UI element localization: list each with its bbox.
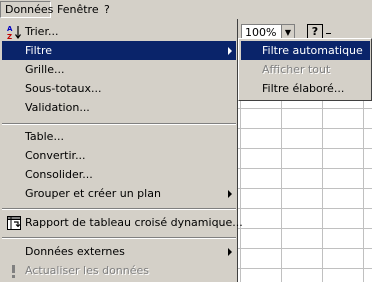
menu-item-label: Filtre	[25, 44, 53, 57]
menu-item-convertir[interactable]: Convertir...	[2, 146, 236, 165]
menu-item-filtre[interactable]: Filtre	[2, 41, 236, 60]
menu-item-grouper[interactable]: Grouper et créer un plan	[2, 184, 236, 203]
menu-item-label: Sous-totaux...	[25, 82, 102, 95]
menu-separator	[2, 123, 236, 125]
filtre-submenu: Filtre automatique Afficher tout Filtre …	[238, 38, 372, 101]
menu-help[interactable]: ?	[100, 1, 114, 18]
menu-item-label: Convertir...	[25, 149, 86, 162]
menu-item-grille[interactable]: Grille...	[2, 60, 236, 79]
menu-donnees-label: Données	[5, 3, 54, 16]
menu-item-sous-totaux[interactable]: Sous-totaux...	[2, 79, 236, 98]
donnees-menu: A Z Trier... Filtre Grille... Sous-totau…	[0, 19, 243, 282]
menu-help-label: ?	[104, 3, 110, 16]
menu-item-label: Trier...	[25, 25, 59, 38]
svg-text:Z: Z	[7, 33, 12, 40]
toolbar-underscore	[326, 33, 331, 34]
svg-text:A: A	[7, 25, 13, 33]
submenu-item-filtre-automatique[interactable]: Filtre automatique	[241, 41, 370, 60]
menu-item-label: Actualiser les données	[25, 264, 150, 277]
refresh-exclamation-icon	[12, 265, 15, 278]
menu-item-table[interactable]: Table...	[2, 127, 236, 146]
menu-item-actualiser[interactable]: Actualiser les données	[2, 261, 236, 280]
menu-item-label: Table...	[25, 130, 64, 143]
menu-separator	[2, 237, 236, 239]
menu-item-consolider[interactable]: Consolider...	[2, 165, 236, 184]
sort-az-icon: A Z	[7, 25, 21, 40]
menu-item-label: Consolider...	[25, 168, 93, 181]
menu-fenetre-label: Fenêtre	[57, 3, 99, 16]
submenu-item-label: Afficher tout	[262, 63, 331, 76]
menu-item-trier[interactable]: A Z Trier...	[2, 22, 236, 41]
menu-donnees[interactable]: Données	[0, 1, 54, 18]
menu-item-rapport-tableau-croise[interactable]: Rapport de tableau croisé dynamique...	[2, 213, 243, 232]
submenu-arrow-icon	[228, 248, 232, 256]
menu-item-label: Validation...	[25, 101, 90, 114]
menu-item-label: Grouper et créer un plan	[25, 187, 161, 200]
submenu-item-filtre-elabore[interactable]: Filtre élaboré...	[241, 79, 370, 98]
submenu-item-label: Filtre automatique	[262, 44, 363, 57]
menu-item-label: Grille...	[25, 63, 65, 76]
menu-fenetre[interactable]: Fenêtre	[53, 1, 99, 18]
help-glyph: ?	[311, 25, 319, 38]
menu-item-label: Données externes	[25, 245, 125, 258]
menu-item-label: Rapport de tableau croisé dynamique...	[25, 216, 243, 229]
menu-item-donnees-externes[interactable]: Données externes	[2, 242, 236, 261]
submenu-arrow-icon	[228, 47, 232, 55]
menu-item-validation[interactable]: Validation...	[2, 98, 236, 117]
menu-bar: Données Fenêtre ?	[0, 0, 372, 20]
menu-separator	[2, 208, 236, 210]
pivot-table-icon	[7, 216, 21, 230]
submenu-item-label: Filtre élaboré...	[262, 82, 345, 95]
submenu-arrow-icon	[228, 190, 232, 198]
submenu-item-afficher-tout[interactable]: Afficher tout	[241, 60, 370, 79]
